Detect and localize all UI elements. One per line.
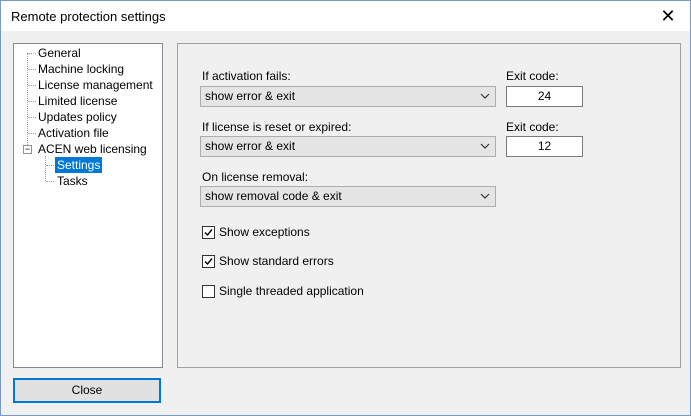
activation-exit-code-input[interactable]: 24 xyxy=(506,86,583,107)
checkmark-icon xyxy=(204,228,213,236)
license-reset-exit-code-input[interactable]: 12 xyxy=(506,136,583,157)
tree-item-tasks[interactable]: Tasks xyxy=(57,173,88,189)
show-standard-errors-label: Show standard errors xyxy=(219,254,334,268)
activation-fails-value: show error & exit xyxy=(205,89,296,103)
activation-fails-label: If activation fails: xyxy=(202,69,291,83)
single-threaded-label: Single threaded application xyxy=(219,284,364,298)
activation-fails-select[interactable]: show error & exit xyxy=(200,86,496,107)
settings-tree[interactable]: General Machine locking License manageme… xyxy=(13,43,163,368)
license-reset-exit-label: Exit code: xyxy=(506,120,559,134)
close-window-icon[interactable]: ✕ xyxy=(646,1,690,31)
chevron-down-icon xyxy=(480,143,490,149)
license-reset-value: show error & exit xyxy=(205,139,296,153)
tree-item-limited-license[interactable]: Limited license xyxy=(38,93,117,109)
checkmark-icon xyxy=(204,257,213,265)
close-button[interactable]: Close xyxy=(13,378,161,403)
license-reset-select[interactable]: show error & exit xyxy=(200,136,496,157)
license-removal-select[interactable]: show removal code & exit xyxy=(200,186,496,207)
license-removal-label: On license removal: xyxy=(202,170,309,184)
collapse-icon[interactable]: − xyxy=(23,145,32,154)
tree-item-machine-locking[interactable]: Machine locking xyxy=(38,61,124,77)
checkbox-box xyxy=(202,254,215,268)
tree-item-activation-file[interactable]: Activation file xyxy=(38,125,109,141)
chevron-down-icon xyxy=(480,193,490,199)
tree-line-children xyxy=(45,156,46,181)
chevron-down-icon xyxy=(480,93,490,99)
show-exceptions-label: Show exceptions xyxy=(219,225,310,239)
license-reset-label: If license is reset or expired: xyxy=(202,120,352,134)
single-threaded-checkbox[interactable]: Single threaded application xyxy=(202,284,364,298)
tree-item-acen-web-licensing[interactable]: ACEN web licensing xyxy=(38,141,147,157)
settings-panel: If activation fails: show error & exit E… xyxy=(177,43,681,368)
checkbox-box xyxy=(202,284,215,298)
window-title: Remote protection settings xyxy=(11,9,166,24)
show-standard-errors-checkbox[interactable]: Show standard errors xyxy=(202,254,334,268)
tree-item-settings[interactable]: Settings xyxy=(55,157,103,173)
tree-item-updates-policy[interactable]: Updates policy xyxy=(38,109,117,125)
activation-exit-label: Exit code: xyxy=(506,69,559,83)
show-exceptions-checkbox[interactable]: Show exceptions xyxy=(202,225,310,239)
titlebar: Remote protection settings ✕ xyxy=(1,1,690,31)
tree-item-license-management[interactable]: License management xyxy=(38,77,153,93)
dialog-window: Remote protection settings ✕ General Mac… xyxy=(0,0,691,416)
tree-item-general[interactable]: General xyxy=(38,45,81,61)
checkbox-box xyxy=(202,225,215,239)
license-removal-value: show removal code & exit xyxy=(205,189,342,203)
